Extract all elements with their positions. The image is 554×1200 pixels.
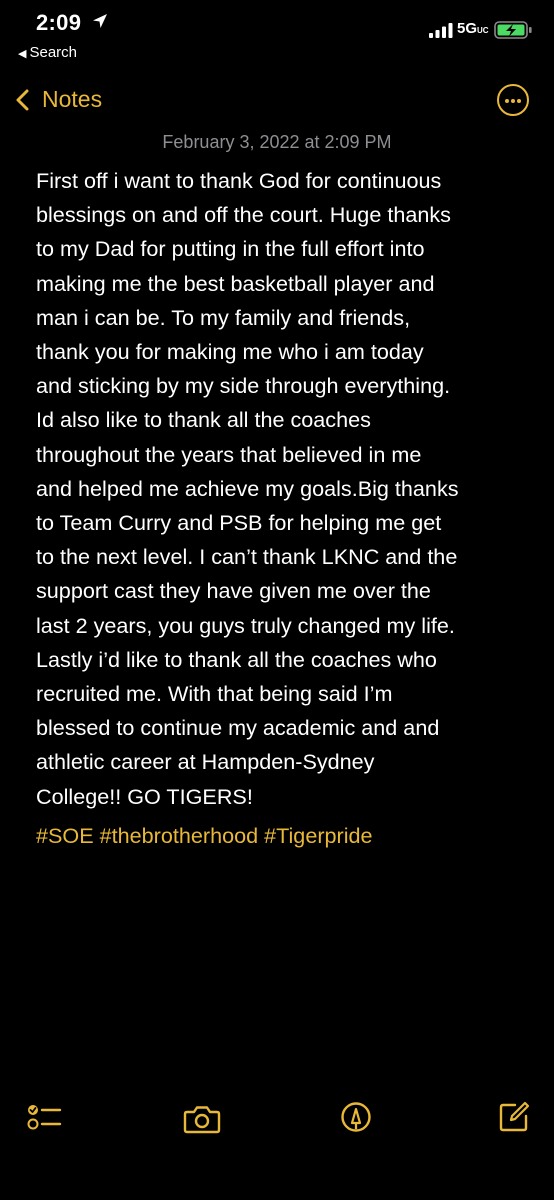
note-line: Id also like to thank all the coaches [36, 407, 371, 433]
more-dot-icon [517, 98, 521, 103]
more-options-button[interactable] [497, 84, 529, 116]
note-line: to the next level. I can’t thank LKNC an… [36, 544, 458, 570]
hashtag-link[interactable]: #Tigerpride [264, 823, 372, 848]
note-date: February 3, 2022 at 2:09 PM [162, 132, 392, 152]
chevron-left-icon [16, 89, 29, 111]
note-line: last 2 years, you guys truly changed my … [36, 612, 455, 638]
more-dot-icon [511, 98, 515, 103]
more-dot-icon [505, 98, 509, 103]
cellular-signal-icon [429, 23, 453, 38]
note-line: and sticking by my side through everythi… [36, 373, 451, 399]
note-line: blessings on and off the court. Huge tha… [36, 202, 451, 228]
note-line: athletic career at Hampden-Sydney [36, 749, 375, 775]
note-line: College!! GO TIGERS! [36, 783, 253, 809]
back-app-label: Search [29, 44, 77, 61]
note-line: and helped me achieve my goals.Big thank… [36, 475, 459, 501]
note-line: man i can be. To my family and friends, [36, 304, 411, 330]
note-line: recruited me. With that being said I’m [36, 681, 393, 707]
note-body[interactable]: First off i want to thank God for contin… [36, 164, 541, 814]
location-arrow-icon [93, 14, 107, 28]
network-type: 5GUC [457, 20, 489, 37]
hashtag-link[interactable]: #thebrotherhood [100, 823, 258, 848]
note-hashtags[interactable]: #SOE #thebrotherhood #Tigerpride [36, 819, 373, 853]
nav-bar: Notes [0, 80, 554, 120]
compose-icon[interactable] [498, 1101, 530, 1133]
status-bar: 2:09 ◀ Search 5GUC [0, 0, 554, 70]
note-line: thank you for making me who i am today [36, 339, 424, 365]
checklist-icon[interactable] [26, 1103, 62, 1131]
note-line: blessed to continue my academic and and [36, 715, 440, 741]
note-line: to Team Curry and PSB for helping me get [36, 510, 442, 536]
back-label: Notes [42, 86, 103, 112]
camera-icon[interactable] [183, 1104, 221, 1134]
back-triangle-icon: ◀ [18, 48, 27, 60]
battery-charging-icon [494, 21, 532, 39]
note-line: support cast they have given me over the [36, 578, 431, 604]
note-line: Lastly i’d like to thank all the coaches… [36, 646, 437, 672]
note-line: to my Dad for putting in the full effort… [36, 236, 425, 262]
bottom-toolbar [0, 1096, 554, 1146]
back-to-search-link[interactable]: ◀ Search [18, 44, 77, 61]
note-line: throughout the years that believed in me [36, 441, 422, 467]
markup-pen-icon[interactable] [340, 1101, 372, 1133]
status-time: 2:09 [36, 10, 82, 35]
note-line: First off i want to thank God for contin… [36, 168, 442, 193]
note-line: making me the best basketball player and [36, 270, 435, 296]
hashtag-link[interactable]: #SOE [36, 823, 94, 848]
